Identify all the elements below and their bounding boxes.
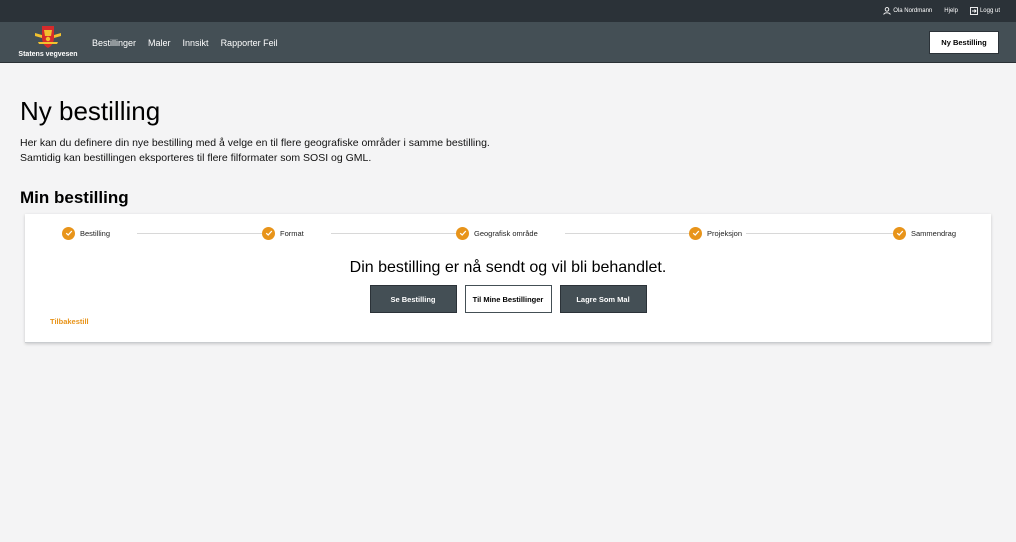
main-navbar: Statens vegvesen Bestillinger Maler Inns… xyxy=(0,22,1016,63)
nav-item-maler[interactable]: Maler xyxy=(148,38,171,48)
section-title: Min bestilling xyxy=(20,188,129,207)
view-order-button[interactable]: Se Bestilling xyxy=(369,285,457,313)
top-utility-bar: Ola Nordmann Hjelp Logg ut xyxy=(0,0,1016,22)
step-label: Bestilling xyxy=(80,228,111,238)
check-circle-icon xyxy=(262,226,275,240)
intro-text: Her kan du definere din nye bestilling m… xyxy=(20,136,490,166)
confirmation-message: Din bestilling er nå sendt og vil bli be… xyxy=(349,259,667,276)
step-label: Format xyxy=(280,228,304,238)
logout-link[interactable]: Logg ut xyxy=(970,7,1000,15)
help-link[interactable]: Hjelp xyxy=(944,8,958,14)
new-order-button[interactable]: Ny Bestilling xyxy=(929,31,999,54)
brand-logo[interactable]: Statens vegvesen xyxy=(14,24,82,61)
my-orders-button[interactable]: Til Mine Bestillinger xyxy=(464,285,552,313)
user-menu[interactable]: Ola Nordmann xyxy=(883,7,932,15)
main-nav: Bestillinger Maler Innsikt Rapporter Fei… xyxy=(92,22,290,63)
coat-of-arms-icon xyxy=(35,26,61,48)
step-projeksjon[interactable]: Projeksjon xyxy=(689,226,747,240)
reset-link[interactable]: Tilbakestill xyxy=(50,317,89,326)
logout-label: Logg ut xyxy=(979,8,1000,14)
check-circle-icon xyxy=(456,226,469,240)
save-template-button[interactable]: Lagre Som Mal xyxy=(559,285,647,313)
page-title: Ny bestilling xyxy=(20,96,161,126)
intro-line-1: Her kan du definere din nye bestilling m… xyxy=(20,137,490,149)
logout-icon xyxy=(970,7,978,15)
order-card: Bestilling Format Geografisk område Proj… xyxy=(25,214,991,343)
step-label: Projeksjon xyxy=(707,228,743,238)
brand-name: Statens vegvesen xyxy=(18,51,78,58)
intro-line-2: Samtidig kan bestillingen eksporteres ti… xyxy=(20,152,372,164)
nav-item-innsikt[interactable]: Innsikt xyxy=(183,38,209,48)
step-geografisk-omrade[interactable]: Geografisk område xyxy=(456,226,542,240)
progress-stepper: Bestilling Format Geografisk område Proj… xyxy=(25,226,991,242)
check-circle-icon xyxy=(62,226,75,240)
user-name: Ola Nordmann xyxy=(893,8,933,14)
help-label: Hjelp xyxy=(944,8,958,14)
step-label: Geografisk område xyxy=(474,228,538,238)
check-circle-icon xyxy=(893,226,906,240)
user-icon xyxy=(883,7,891,15)
step-connector xyxy=(743,233,915,234)
action-buttons: Se Bestilling Til Mine Bestillinger Lagr… xyxy=(25,285,991,313)
step-sammendrag[interactable]: Sammendrag xyxy=(893,226,961,240)
step-bestilling[interactable]: Bestilling xyxy=(62,226,115,240)
nav-item-bestillinger[interactable]: Bestillinger xyxy=(92,38,136,48)
check-circle-icon xyxy=(689,226,702,240)
step-format[interactable]: Format xyxy=(262,226,308,240)
step-label: Sammendrag xyxy=(911,228,957,238)
nav-item-rapporter-feil[interactable]: Rapporter Feil xyxy=(221,38,278,48)
